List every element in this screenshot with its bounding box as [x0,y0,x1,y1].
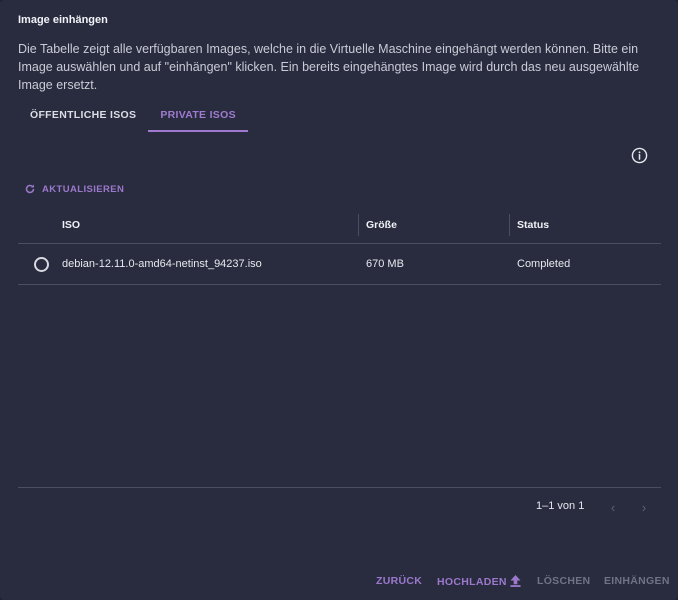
cell-status: Completed [517,258,571,270]
cell-size: 670 MB [366,258,404,270]
delete-button[interactable]: LÖSCHEN [537,575,590,587]
iso-tabs: ÖFFENTLICHE ISOS PRIVATE ISOS [18,100,248,132]
mount-image-dialog: Image einhängen Die Tabelle zeigt alle v… [0,0,678,600]
tab-private-isos[interactable]: PRIVATE ISOS [148,100,248,132]
chevron-left-icon[interactable]: ‹ [606,499,620,515]
tab-public-isos[interactable]: ÖFFENTLICHE ISOS [18,100,148,130]
dialog-description: Die Tabelle zeigt alle verfügbaren Image… [18,42,640,92]
table-row[interactable]: debian-12.11.0-amd64-netinst_94237.iso 6… [18,244,661,285]
cell-iso: debian-12.11.0-amd64-netinst_94237.iso [62,258,262,270]
table-footer-divider [18,487,661,488]
refresh-icon [25,184,35,194]
upload-icon [510,575,521,587]
column-header-status[interactable]: Status [517,206,549,243]
refresh-label: AKTUALISIEREN [42,183,125,195]
column-header-size[interactable]: Größe [366,206,397,243]
info-icon[interactable] [631,147,648,164]
column-divider[interactable] [358,214,359,236]
pagination-range: 1–1 von 1 [536,500,585,512]
iso-table: ISO Größe Status debian-12.11.0-amd64-ne… [18,206,661,285]
upload-label: HOCHLADEN [437,576,507,588]
mount-button[interactable]: EINHÄNGEN [604,575,670,587]
refresh-button[interactable]: AKTUALISIEREN [24,183,124,195]
column-divider[interactable] [509,214,510,236]
chevron-right-icon[interactable]: › [637,499,651,515]
table-header: ISO Größe Status [18,206,661,244]
row-select-radio[interactable] [34,257,49,272]
back-button[interactable]: ZURÜCK [376,575,422,587]
column-header-iso[interactable]: ISO [62,206,80,243]
dialog-title: Image einhängen [18,14,108,26]
upload-button[interactable]: HOCHLADEN [437,575,521,588]
